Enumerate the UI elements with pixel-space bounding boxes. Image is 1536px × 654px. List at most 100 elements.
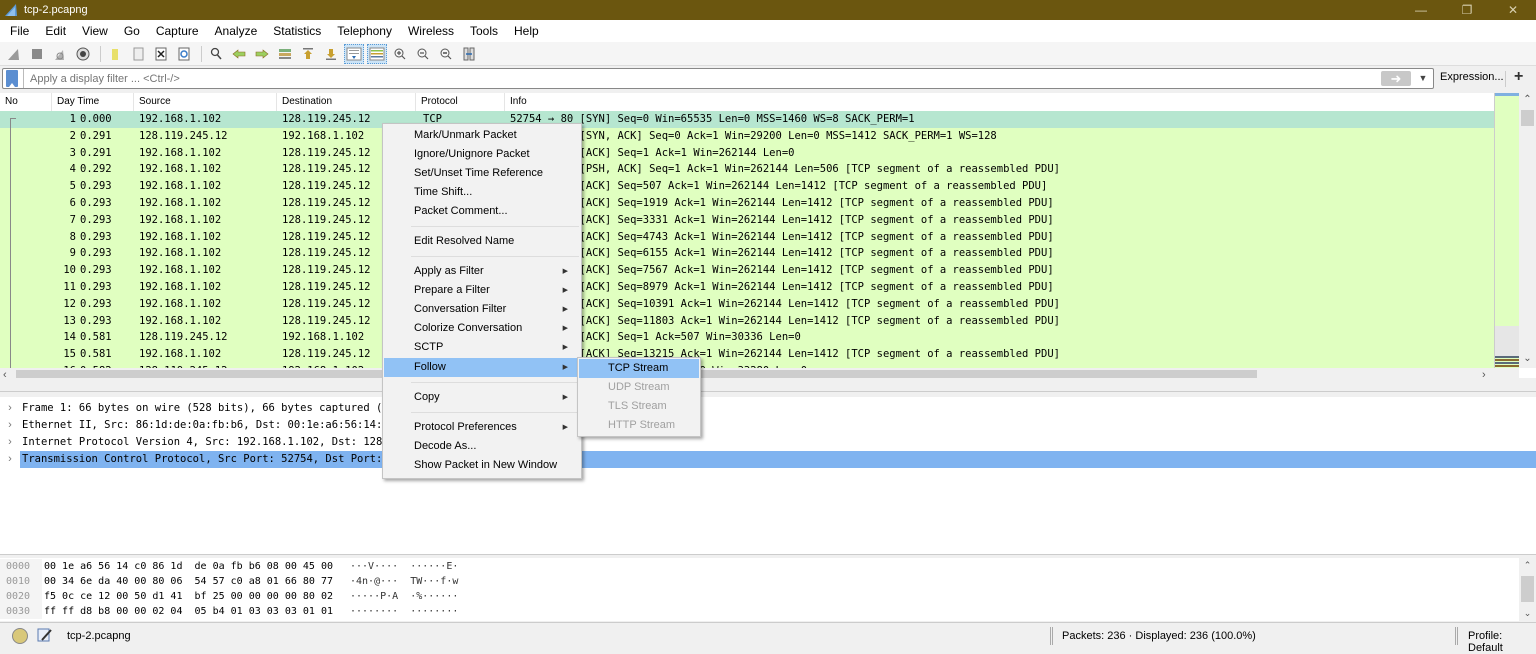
menu-item-decode-as[interactable]: Decode As... bbox=[384, 437, 580, 456]
pane-splitter[interactable] bbox=[0, 391, 1536, 396]
menu-item-set-time-reference[interactable]: Set/Unset Time Reference bbox=[384, 164, 580, 183]
scroll-up-icon[interactable]: ⌃ bbox=[1519, 560, 1536, 571]
bytes-ascii[interactable]: ·4n·@··· TW···f·w bbox=[350, 574, 458, 589]
normal-size-button[interactable] bbox=[436, 44, 456, 64]
find-packet-button[interactable] bbox=[206, 44, 226, 64]
scroll-up-icon[interactable]: ⌃ bbox=[1519, 94, 1536, 108]
status-separator[interactable] bbox=[1050, 627, 1053, 645]
packet-row[interactable]: 120.293192.168.1.102128.119.245.12TCP527… bbox=[0, 296, 1494, 313]
scroll-right-icon[interactable]: › bbox=[1482, 369, 1486, 378]
expert-info-icon[interactable] bbox=[12, 628, 28, 644]
menu-analyze[interactable]: Analyze bbox=[207, 24, 266, 38]
menu-wireless[interactable]: Wireless bbox=[400, 24, 462, 38]
save-file-button[interactable] bbox=[128, 44, 148, 64]
menu-help[interactable]: Help bbox=[506, 24, 547, 38]
menu-telephony[interactable]: Telephony bbox=[329, 24, 400, 38]
packet-row[interactable]: 140.581128.119.245.12192.168.1.102TCP80 … bbox=[0, 329, 1494, 346]
packet-row[interactable]: 50.293192.168.1.102128.119.245.12TCP5275… bbox=[0, 178, 1494, 195]
packet-row[interactable]: 110.293192.168.1.102128.119.245.12TCP527… bbox=[0, 279, 1494, 296]
bytes-ascii[interactable]: ········ ········ bbox=[350, 604, 458, 619]
scroll-down-icon[interactable]: ⌄ bbox=[1519, 608, 1536, 619]
menu-edit[interactable]: Edit bbox=[37, 24, 74, 38]
menu-item-time-shift[interactable]: Time Shift... bbox=[384, 183, 580, 202]
filter-history-dropdown[interactable]: ▼ bbox=[1417, 72, 1429, 84]
chevron-right-icon[interactable]: › bbox=[0, 434, 20, 451]
scroll-thumb[interactable] bbox=[1521, 576, 1534, 602]
bookmark-icon[interactable] bbox=[6, 70, 18, 87]
capture-options-button[interactable] bbox=[73, 44, 93, 64]
bytes-hex[interactable]: 00 34 6e da 40 00 80 06 54 57 c0 a8 01 6… bbox=[42, 574, 350, 589]
packet-row[interactable]: 20.291128.119.245.12192.168.1.102TCP80 →… bbox=[0, 128, 1494, 145]
close-file-button[interactable] bbox=[151, 44, 171, 64]
packet-row[interactable]: 30.291192.168.1.102128.119.245.12TCP5275… bbox=[0, 145, 1494, 162]
menu-item-tcp-stream[interactable]: TCP Stream bbox=[579, 359, 699, 378]
apply-filter-button[interactable]: ➜ bbox=[1381, 71, 1411, 86]
menu-item-follow[interactable]: Follow ▶ bbox=[384, 358, 580, 377]
chevron-right-icon[interactable]: › bbox=[0, 417, 20, 434]
auto-scroll-button[interactable] bbox=[344, 43, 364, 64]
detail-row-ethernet[interactable]: › Ethernet II, Src: 86:1d:de:0a:fb:b6, D… bbox=[0, 417, 1536, 434]
close-button[interactable]: ✕ bbox=[1490, 0, 1536, 20]
scroll-left-icon[interactable]: ‹ bbox=[3, 369, 7, 378]
menu-item-show-packet-new-window[interactable]: Show Packet in New Window bbox=[384, 456, 580, 475]
bytes-vscrollbar[interactable]: ⌃ ⌄ bbox=[1519, 558, 1536, 621]
menu-file[interactable]: File bbox=[2, 24, 37, 38]
column-header-info[interactable]: Info bbox=[505, 93, 1494, 111]
menu-item-mark-unmark-packet[interactable]: Mark/Unmark Packet bbox=[384, 126, 580, 145]
add-filter-button[interactable]: + bbox=[1514, 68, 1523, 86]
column-header-source[interactable]: Source bbox=[134, 93, 277, 111]
bytes-hex[interactable]: ff ff d8 b8 00 00 02 04 05 b4 01 03 03 0… bbox=[42, 604, 350, 619]
menu-item-packet-comment[interactable]: Packet Comment... bbox=[384, 202, 580, 221]
packet-list-hscrollbar[interactable]: ‹ › bbox=[0, 368, 1519, 378]
menu-item-sctp[interactable]: SCTP ▶ bbox=[384, 338, 580, 357]
open-file-button[interactable] bbox=[105, 44, 125, 64]
restore-button[interactable]: ❐ bbox=[1444, 0, 1490, 20]
bytes-hex[interactable]: f5 0c ce 12 00 50 d1 41 bf 25 00 00 00 0… bbox=[42, 589, 350, 604]
reload-file-button[interactable] bbox=[174, 44, 194, 64]
detail-row-frame[interactable]: › Frame 1: 66 bytes on wire (528 bits), … bbox=[0, 400, 1536, 417]
colorize-button[interactable] bbox=[367, 43, 387, 64]
menu-item-edit-resolved-name[interactable]: Edit Resolved Name bbox=[384, 232, 580, 251]
packet-row[interactable]: 80.293192.168.1.102128.119.245.12TCP5275… bbox=[0, 229, 1494, 246]
go-first-button[interactable] bbox=[298, 44, 318, 64]
go-last-button[interactable] bbox=[321, 44, 341, 64]
menu-item-protocol-preferences[interactable]: Protocol Preferences ▶ bbox=[384, 418, 580, 437]
packet-minimap[interactable] bbox=[1494, 93, 1520, 368]
bytes-ascii[interactable]: ·····P·A ·%······ bbox=[350, 589, 458, 604]
capture-comment-icon[interactable] bbox=[37, 627, 53, 643]
menu-item-ignore-unignore-packet[interactable]: Ignore/Unignore Packet bbox=[384, 145, 580, 164]
menu-item-copy[interactable]: Copy ▶ bbox=[384, 388, 580, 407]
packet-row[interactable]: 60.293192.168.1.102128.119.245.12TCP5275… bbox=[0, 195, 1494, 212]
bytes-hex[interactable]: 00 1e a6 56 14 c0 86 1d de 0a fb b6 08 0… bbox=[42, 559, 350, 574]
packet-row[interactable]: 150.581192.168.1.102128.119.245.12TCP527… bbox=[0, 346, 1494, 363]
status-separator[interactable] bbox=[1455, 627, 1458, 645]
stop-capture-button[interactable] bbox=[27, 44, 47, 64]
go-back-button[interactable] bbox=[229, 44, 249, 64]
column-header-destination[interactable]: Destination bbox=[277, 93, 416, 111]
zoom-in-button[interactable] bbox=[390, 44, 410, 64]
zoom-out-button[interactable] bbox=[413, 44, 433, 64]
status-profile[interactable]: Profile: Default bbox=[1468, 630, 1536, 654]
packet-row[interactable]: 130.293192.168.1.102128.119.245.12TCP527… bbox=[0, 313, 1494, 330]
display-filter-input[interactable] bbox=[30, 72, 1330, 85]
menu-item-conversation-filter[interactable]: Conversation Filter ▶ bbox=[384, 300, 580, 319]
detail-row-ip[interactable]: › Internet Protocol Version 4, Src: 192.… bbox=[0, 434, 1536, 451]
go-forward-button[interactable] bbox=[252, 44, 272, 64]
column-header-time[interactable]: Day Time bbox=[52, 93, 134, 111]
packet-list-vscrollbar[interactable]: ⌃ ⌄ bbox=[1519, 93, 1536, 368]
menu-tools[interactable]: Tools bbox=[462, 24, 506, 38]
packet-row[interactable]: 40.292192.168.1.102128.119.245.12TCP5275… bbox=[0, 161, 1494, 178]
packet-row[interactable]: 100.293192.168.1.102128.119.245.12TCP527… bbox=[0, 262, 1494, 279]
column-header-protocol[interactable]: Protocol bbox=[416, 93, 505, 111]
packet-row[interactable]: 70.293192.168.1.102128.119.245.12TCP5275… bbox=[0, 212, 1494, 229]
scroll-thumb[interactable] bbox=[1521, 110, 1534, 126]
chevron-right-icon[interactable]: › bbox=[0, 400, 20, 417]
start-capture-button[interactable] bbox=[4, 44, 24, 64]
scroll-down-icon[interactable]: ⌄ bbox=[1519, 353, 1536, 367]
menu-item-apply-as-filter[interactable]: Apply as Filter ▶ bbox=[384, 262, 580, 281]
menu-capture[interactable]: Capture bbox=[148, 24, 207, 38]
resize-columns-button[interactable] bbox=[459, 44, 479, 64]
menu-statistics[interactable]: Statistics bbox=[265, 24, 329, 38]
menu-go[interactable]: Go bbox=[116, 24, 148, 38]
bytes-ascii[interactable]: ···V···· ······E· bbox=[350, 559, 458, 574]
